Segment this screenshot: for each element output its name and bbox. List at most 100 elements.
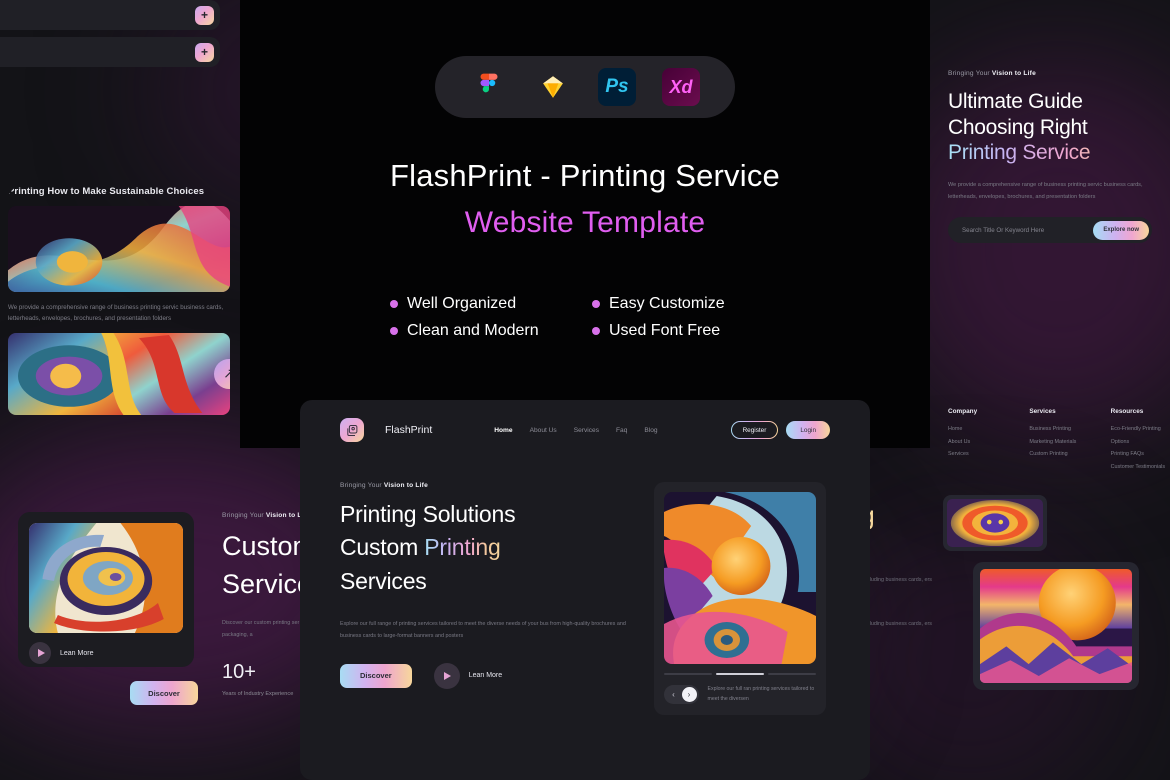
login-button[interactable]: Login xyxy=(786,421,830,439)
service-play-row: Lean More xyxy=(29,642,183,664)
site-navbar: FlashPrint Home About Us Services Faq Bl… xyxy=(300,400,870,460)
bullet-dot-icon xyxy=(592,300,600,308)
carousel-progress[interactable] xyxy=(664,673,816,675)
progress-segment[interactable] xyxy=(768,673,816,675)
carousel-controls-row: ‹ › Explore our full ran printing servic… xyxy=(664,684,816,705)
footer-link[interactable]: Business Printing xyxy=(1029,423,1088,436)
hero-panel: Ps Xd FlashPrint - Printing Service Webs… xyxy=(240,0,930,448)
ultimate-guide-section: Bringing Your Vision to Life Ultimate Gu… xyxy=(930,0,1170,460)
faq-expand-button[interactable]: + xyxy=(195,5,214,25)
feature-item: Clean and Modern xyxy=(390,322,578,340)
flashprint-logo-icon[interactable] xyxy=(340,418,364,442)
feature-item: Used Font Free xyxy=(592,322,780,340)
faq-row[interactable]: gns? + xyxy=(0,37,220,67)
feature-label: Easy Customize xyxy=(609,295,725,312)
feature-label: Well Organized xyxy=(407,295,517,312)
site-menu: Home About Us Services Faq Blog xyxy=(494,427,657,434)
footer-link[interactable]: Home xyxy=(948,423,1007,436)
sketch-icon xyxy=(534,68,572,106)
footer-link[interactable]: Services xyxy=(948,448,1007,461)
footer-links: Company Home About Us Services Services … xyxy=(948,408,1170,474)
photoshop-icon: Ps xyxy=(598,68,636,106)
play-button[interactable] xyxy=(29,642,51,664)
feature-label: Clean and Modern xyxy=(407,322,539,339)
hero-subtitle: Website Template xyxy=(464,206,706,239)
abstract-flower-art xyxy=(947,499,1043,547)
footer-link[interactable]: Customer Testimonials xyxy=(1111,461,1170,474)
carousel-prev-icon[interactable]: ‹ xyxy=(666,687,681,702)
bullet-dot-icon xyxy=(592,327,600,335)
blog-body-text: We provide a comprehensive range of busi… xyxy=(8,304,224,323)
site-play-row: Lean More xyxy=(433,662,503,689)
site-heading-line1: Printing Solutions xyxy=(340,501,516,527)
site-carousel: ‹ › Explore our full ran printing servic… xyxy=(654,482,826,715)
carousel-image xyxy=(664,492,816,664)
carousel-next-icon[interactable]: › xyxy=(681,686,697,702)
site-heading-line2-plain: Custom xyxy=(340,534,425,561)
nav-item-faq[interactable]: Faq xyxy=(616,427,627,434)
learn-more-label: Lean More xyxy=(468,672,503,680)
guide-paragraph: We provide a comprehensive range of busi… xyxy=(948,181,1143,200)
footer-link[interactable]: Eco-Friendly Printing Options xyxy=(1111,423,1170,448)
discover-button[interactable]: Discover xyxy=(340,663,412,688)
faq-expand-button[interactable]: + xyxy=(195,42,214,62)
site-paragraph: Explore our full range of printing servi… xyxy=(340,621,626,640)
guide-eyebrow: Bringing Your Vision to Life xyxy=(948,70,1152,77)
footer-column-company: Company Home About Us Services xyxy=(948,408,1007,474)
site-heading-line3: Services xyxy=(340,567,427,594)
nav-item-home[interactable]: Home xyxy=(494,427,512,434)
photoshop-label: Ps xyxy=(605,76,629,97)
adobe-xd-label: Xd xyxy=(669,76,693,97)
blog-image-top xyxy=(8,206,230,292)
abstract-spiral-art xyxy=(29,523,183,633)
discover-button-left[interactable]: Discover xyxy=(130,681,198,705)
nav-actions: Register Login xyxy=(731,421,830,439)
site-eyebrow-light: Bringing Your xyxy=(340,482,384,489)
feature-item: Easy Customize xyxy=(592,295,780,313)
nav-item-about-us[interactable]: About Us xyxy=(530,427,557,434)
footer-link[interactable]: Printing FAQs xyxy=(1111,448,1170,461)
blog-preview-card: Printing How to Make Sustainable Choices… xyxy=(8,186,230,432)
nav-item-services[interactable]: Services xyxy=(574,427,599,434)
guide-heading-line3: Printing Service xyxy=(948,140,1152,166)
progress-segment[interactable] xyxy=(664,673,712,675)
thumbnail-small-image xyxy=(947,499,1043,547)
play-triangle-icon xyxy=(37,649,45,657)
custom-service-card: Lean More xyxy=(18,512,194,667)
faq-row[interactable]: + xyxy=(0,0,220,30)
progress-segment-active[interactable] xyxy=(716,673,764,675)
footer-link[interactable]: About Us xyxy=(948,436,1007,449)
footer-heading: Company xyxy=(948,408,978,415)
abstract-eye-art xyxy=(8,332,230,415)
thumbnail-large-image xyxy=(980,569,1132,683)
register-button[interactable]: Register xyxy=(731,421,779,439)
bullet-dot-icon xyxy=(390,327,398,335)
play-button[interactable] xyxy=(433,662,460,689)
learn-more-label: Lean More xyxy=(60,649,94,657)
design-tools-bar: Ps Xd xyxy=(435,56,735,118)
search-input[interactable]: Search Title Or Keyword Here xyxy=(962,227,1044,234)
guide-eyebrow-bold: Vision to Life xyxy=(991,70,1036,77)
blog-image-bottom: ↗ xyxy=(8,332,230,415)
nav-item-blog[interactable]: Blog xyxy=(644,427,657,434)
footer-column-services: Services Business Printing Marketing Mat… xyxy=(1029,408,1088,474)
site-hero-body: Bringing Your Vision to Life Printing So… xyxy=(300,460,870,715)
feature-label: Used Font Free xyxy=(609,322,721,339)
figma-icon xyxy=(470,68,508,106)
service-eyebrow-light: Bringing Your xyxy=(222,512,266,519)
site-hero-copy: Bringing Your Vision to Life Printing So… xyxy=(340,482,630,715)
feature-list: Well Organized Easy Customize Clean and … xyxy=(390,295,780,340)
footer-link[interactable]: Custom Printing xyxy=(1029,448,1088,461)
website-preview-card: FlashPrint Home About Us Services Faq Bl… xyxy=(300,400,870,780)
abstract-landscape-art xyxy=(980,569,1132,683)
explore-now-button[interactable]: Explore now xyxy=(1093,220,1149,240)
footer-link[interactable]: Marketing Materials xyxy=(1029,436,1088,449)
guide-heading-line2: Choosing Right xyxy=(948,115,1088,139)
hero-title: FlashPrint - Printing Service xyxy=(390,158,780,193)
play-triangle-icon xyxy=(444,671,452,680)
thumbnail-small-card xyxy=(943,495,1047,551)
site-heading-line2: Custom Printing xyxy=(340,531,630,564)
guide-search-bar[interactable]: Search Title Or Keyword Here Explore now xyxy=(948,217,1152,244)
screenshot-canvas: + gns? + Printing How to Make Sustainabl… xyxy=(0,0,1170,780)
footer-heading: Services xyxy=(1029,408,1056,415)
